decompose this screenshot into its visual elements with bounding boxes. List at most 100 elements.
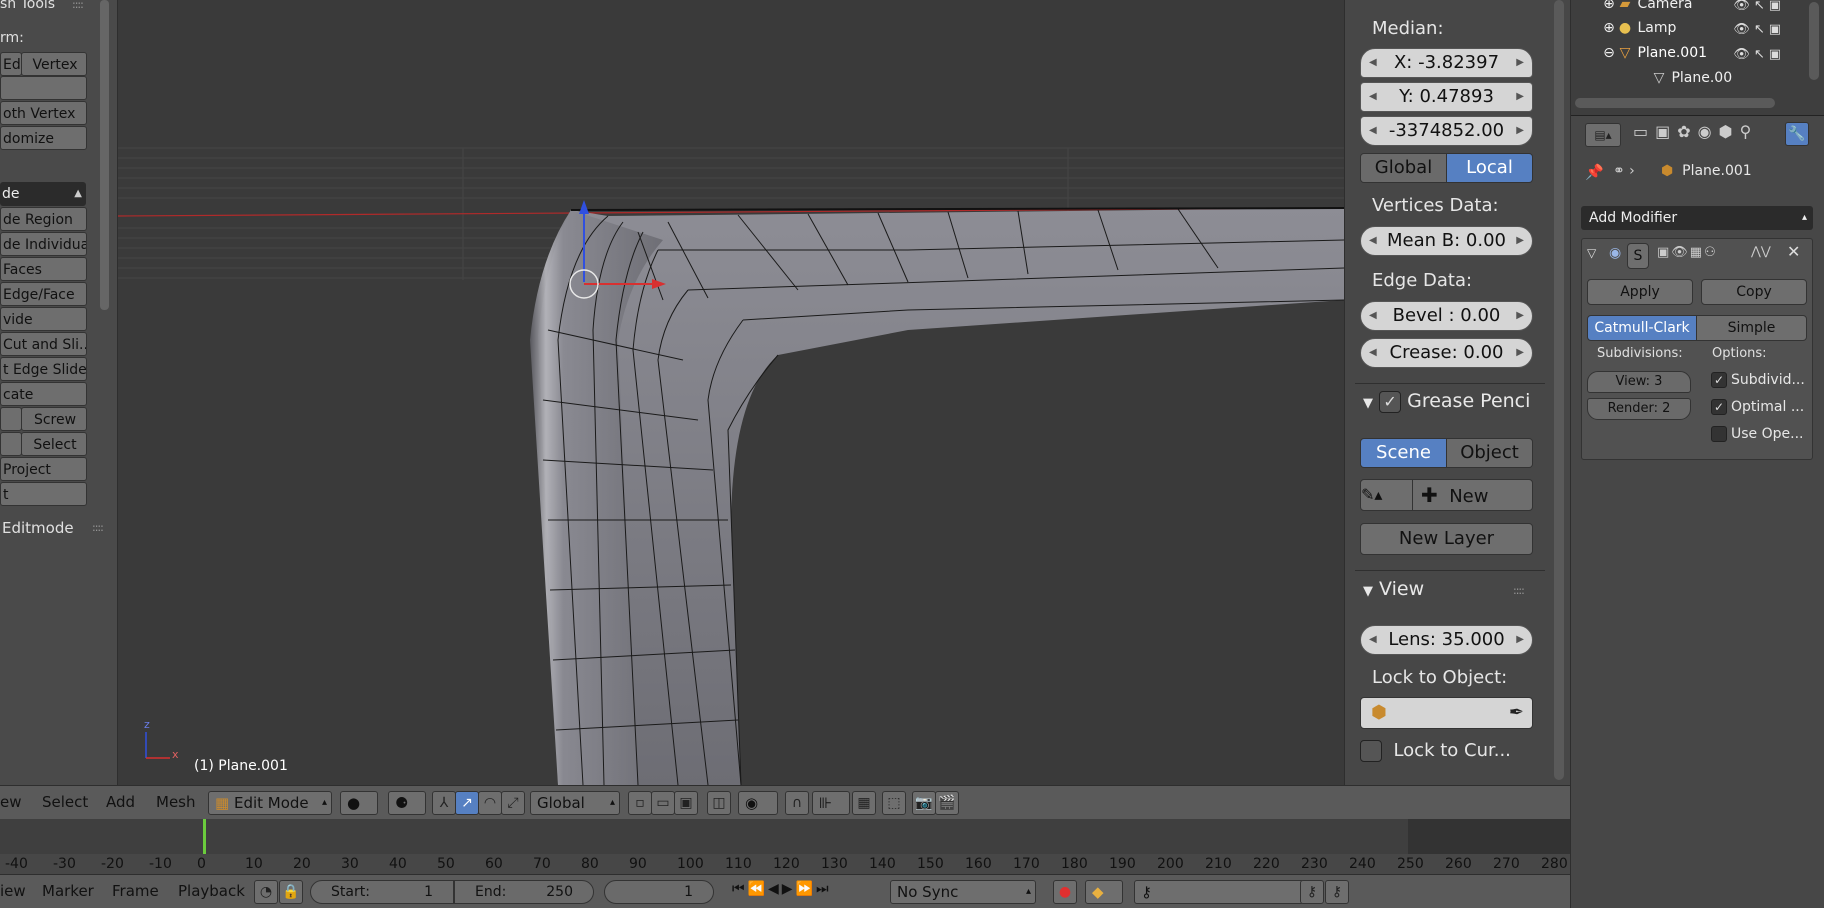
- grease-pencil-header[interactable]: ▼ ✓ Grease Penci: [1363, 390, 1530, 413]
- layers-icon[interactable]: ⬚: [882, 791, 906, 815]
- outliner-vscrollbar[interactable]: [1809, 2, 1819, 80]
- pivot-point-dropdown[interactable]: ⚈: [388, 791, 426, 815]
- editor-type-menu[interactable]: ▤▴: [1585, 123, 1621, 147]
- mesh-scene[interactable]: [118, 0, 1344, 785]
- view-levels-field[interactable]: View: 3: [1587, 371, 1691, 393]
- bevel-edge-face-button[interactable]: Edge/Face: [0, 282, 87, 306]
- global-button[interactable]: Global: [1361, 154, 1446, 182]
- render-levels-field[interactable]: Render: 2: [1587, 398, 1691, 420]
- snap-target-icon[interactable]: ▦: [852, 791, 876, 815]
- randomize-button[interactable]: domize: [0, 126, 87, 150]
- add-menu[interactable]: Add: [106, 793, 135, 811]
- translate-manipulator-icon[interactable]: ↗: [455, 791, 479, 815]
- snap-element-dropdown[interactable]: ⊪: [812, 791, 850, 815]
- outliner-row-camera[interactable]: ⊕ ▰ Camera: [1601, 0, 1824, 20]
- playback-controls[interactable]: ⏮⏪◀▶⏩⏭: [732, 881, 832, 897]
- bevel-weight-field[interactable]: ◀ Bevel : 0.00 ▶: [1360, 301, 1533, 331]
- record-icon[interactable]: ●: [1053, 880, 1077, 904]
- vertex-select-icon[interactable]: ▫: [628, 791, 652, 815]
- proportional-edit-dropdown[interactable]: ◉: [738, 791, 778, 815]
- new-layer-button[interactable]: New Layer: [1360, 523, 1533, 555]
- 3d-viewport[interactable]: z x (1) Plane.001: [118, 0, 1344, 785]
- smooth-vertex-button[interactable]: oth Vertex: [0, 101, 87, 125]
- render-opengl-icon[interactable]: 📷: [912, 791, 936, 815]
- move-up-down-icons[interactable]: ⋀⋁: [1751, 244, 1771, 258]
- rotate-manipulator-icon[interactable]: ◠: [478, 791, 502, 815]
- grease-pencil-new-button[interactable]: ✎▴ ✚ New: [1360, 479, 1533, 511]
- outliner-row-plane[interactable]: ⊖ ▽ Plane.001: [1601, 45, 1824, 69]
- lock-to-object-field[interactable]: ⬢ ✒: [1360, 697, 1533, 729]
- split-button[interactable]: t: [0, 482, 87, 506]
- preview-range-icon[interactable]: ◔: [254, 880, 278, 904]
- panel-grip-icon[interactable]: ::::: [92, 521, 104, 534]
- properties-tabs[interactable]: ▭▣✿◉⬢⚲: [1633, 122, 1758, 141]
- panel-grip-icon[interactable]: ::::: [72, 0, 84, 11]
- modifier-tab-wrench-icon[interactable]: 🔧: [1785, 122, 1809, 146]
- screw-button[interactable]: Screw: [21, 407, 87, 431]
- manipulator-toggle-icon[interactable]: ⅄: [432, 791, 456, 815]
- inset-faces-button[interactable]: Faces: [0, 257, 87, 281]
- outliner-scrollbar[interactable]: [1575, 98, 1775, 108]
- delete-keyframe-icon[interactable]: ⚷: [1325, 880, 1349, 904]
- extrude-dropdown[interactable]: de ▲: [0, 182, 86, 206]
- extrude-region-button[interactable]: de Region: [0, 207, 87, 231]
- median-y-field[interactable]: ◀ Y: 0.47893 ▶: [1360, 82, 1533, 112]
- extrude-individual-button[interactable]: de Individual: [0, 232, 87, 256]
- rip-select-button[interactable]: Select: [21, 432, 87, 456]
- mode-dropdown[interactable]: ▦ Edit Mode ▴: [208, 791, 332, 815]
- object-button[interactable]: Object: [1446, 439, 1532, 467]
- visibility-icons[interactable]: 👁↖▣: [1733, 0, 1785, 13]
- grease-pencil-checkbox[interactable]: ✓: [1379, 390, 1402, 413]
- frame-menu[interactable]: Frame: [112, 882, 159, 900]
- marker-menu[interactable]: Marker: [42, 882, 94, 900]
- outliner-row-lamp[interactable]: ⊕ ● Lamp: [1601, 20, 1824, 44]
- render-animation-icon[interactable]: 🎬: [935, 791, 959, 815]
- lens-field[interactable]: ◀ Lens: 35.000 ▶: [1360, 625, 1533, 655]
- remove-modifier-icon[interactable]: ✕: [1787, 242, 1800, 261]
- scale-manipulator-icon[interactable]: ⤢: [501, 791, 525, 815]
- median-z-field[interactable]: ◀ -3374852.00 ▶: [1360, 116, 1533, 146]
- edge-select-icon[interactable]: ▭: [651, 791, 675, 815]
- modifier-name-field[interactable]: S: [1627, 243, 1649, 269]
- frame-cursor[interactable]: [203, 819, 206, 855]
- viewport-shading-dropdown[interactable]: ●: [340, 791, 378, 815]
- editmode-panel-title[interactable]: Editmode: [2, 519, 74, 537]
- playback-menu[interactable]: Playback: [178, 882, 245, 900]
- visibility-icons[interactable]: 👁↖▣: [1733, 47, 1785, 62]
- modifier-display-toggles[interactable]: ▣👁▦⚇: [1657, 245, 1718, 260]
- rip-button[interactable]: [0, 432, 22, 456]
- collapse-triangle-icon[interactable]: ▽: [1587, 246, 1596, 260]
- outliner-row-mesh-data[interactable]: ▽ Plane.00: [1651, 70, 1824, 94]
- current-frame-field[interactable]: 1: [604, 880, 714, 904]
- optimal-display-checkbox[interactable]: ✓ Optimal ...: [1711, 399, 1804, 415]
- pin-icon[interactable]: 📌: [1585, 163, 1604, 181]
- local-button[interactable]: Local: [1446, 154, 1532, 182]
- eyedropper-icon[interactable]: ✒: [1509, 698, 1524, 728]
- duplicate-button[interactable]: cate: [0, 382, 87, 406]
- limit-selection-icon[interactable]: ◫: [707, 791, 731, 815]
- keying-dropdown[interactable]: ◆: [1085, 880, 1123, 904]
- lock-to-cursor-checkbox[interactable]: Lock to Cur...: [1360, 740, 1511, 762]
- tool-button[interactable]: [0, 76, 87, 100]
- median-x-field[interactable]: ◀ X: -3.82397 ▶: [1360, 48, 1533, 78]
- lock-icon[interactable]: 🔒: [279, 880, 303, 904]
- tool-edge-button[interactable]: Ed: [0, 52, 22, 76]
- pencil-icon[interactable]: ✎▴: [1361, 480, 1413, 510]
- mean-bevel-weight-field[interactable]: ◀ Mean B: 0.00 ▶: [1360, 226, 1533, 256]
- snap-magnet-icon[interactable]: ∩: [785, 791, 809, 815]
- apply-button[interactable]: Apply: [1587, 279, 1693, 305]
- spin-button[interactable]: [0, 407, 22, 431]
- npanel-scrollbar[interactable]: [1554, 0, 1564, 780]
- subdivide-uvs-checkbox[interactable]: ✓ Subdivid...: [1711, 372, 1805, 388]
- vert-edge-slide-button[interactable]: t Edge Slide: [0, 357, 87, 381]
- timeline[interactable]: -40 -30 -20 -10 0 10 20 30 40 50 60 70 80 90 100 110 120…: [0, 819, 1570, 874]
- simple-button[interactable]: Simple: [1696, 315, 1807, 341]
- subdivide-button[interactable]: vide: [0, 307, 87, 331]
- start-frame-field[interactable]: Start: 1: [310, 880, 454, 904]
- transform-orientation-dropdown[interactable]: Global ▴: [530, 791, 620, 815]
- visibility-icons[interactable]: 👁↖▣: [1733, 22, 1785, 37]
- face-select-icon[interactable]: ▣: [674, 791, 698, 815]
- knife-project-button[interactable]: Project: [0, 457, 87, 481]
- keying-set-field[interactable]: ⚷: [1134, 880, 1304, 904]
- catmull-clark-button[interactable]: Catmull-Clark: [1587, 315, 1697, 341]
